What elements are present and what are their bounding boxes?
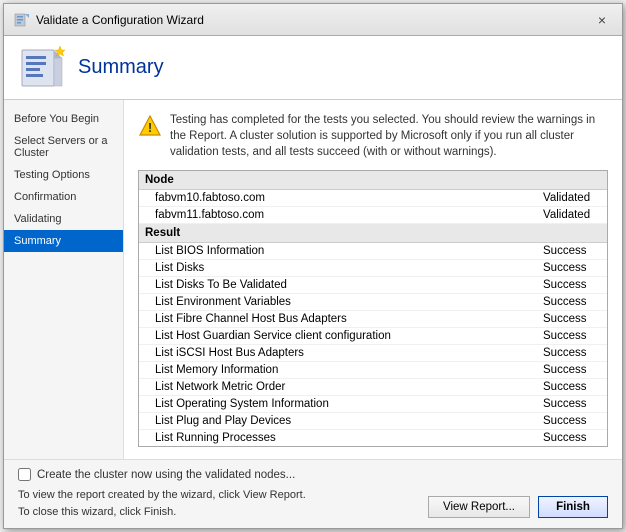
row-status: Success bbox=[527, 413, 607, 430]
table-row: List Disks To Be ValidatedSuccess bbox=[139, 277, 607, 294]
warning-text: Testing has completed for the tests you … bbox=[170, 112, 608, 160]
row-status: Success bbox=[527, 379, 607, 396]
sidebar-item-validating[interactable]: Validating bbox=[4, 208, 123, 230]
row-name: fabvm11.fabtoso.com bbox=[139, 207, 527, 224]
warning-box: ! Testing has completed for the tests yo… bbox=[138, 112, 608, 160]
footer-info: To view the report created by the wizard… bbox=[18, 487, 306, 520]
warning-icon: ! bbox=[138, 114, 162, 138]
wizard-icon bbox=[14, 12, 30, 28]
header-section: Summary bbox=[4, 36, 622, 100]
table-row: List Network Metric OrderSuccess bbox=[139, 379, 607, 396]
table-row: List DisksSuccess bbox=[139, 260, 607, 277]
table-row: List Plug and Play DevicesSuccess bbox=[139, 413, 607, 430]
row-name: List Host Guardian Service client config… bbox=[139, 328, 527, 345]
content-area: ! Testing has completed for the tests yo… bbox=[124, 100, 622, 459]
row-name: fabvm10.fabtoso.com bbox=[139, 190, 527, 207]
table-row: List Host Guardian Service client config… bbox=[139, 328, 607, 345]
checkbox-label[interactable]: Create the cluster now using the validat… bbox=[37, 469, 295, 481]
row-name: List Running Processes bbox=[139, 430, 527, 447]
table-row: List Memory InformationSuccess bbox=[139, 362, 607, 379]
results-table: Nodefabvm10.fabtoso.comValidatedfabvm11.… bbox=[139, 171, 607, 447]
table-section-header: Node bbox=[139, 171, 607, 190]
header-wizard-icon bbox=[18, 44, 66, 92]
title-bar-left: Validate a Configuration Wizard bbox=[14, 12, 204, 28]
table-row: List Operating System InformationSuccess bbox=[139, 396, 607, 413]
row-status: Success bbox=[527, 277, 607, 294]
create-cluster-checkbox[interactable] bbox=[18, 468, 31, 481]
page-title: Summary bbox=[78, 56, 164, 79]
svg-text:!: ! bbox=[148, 120, 152, 135]
table-row: List iSCSI Host Bus AdaptersSuccess bbox=[139, 345, 607, 362]
row-status: Success bbox=[527, 396, 607, 413]
sidebar-item-summary[interactable]: Summary bbox=[4, 230, 123, 252]
footer-section: Create the cluster now using the validat… bbox=[4, 459, 622, 528]
footer-buttons: View Report... Finish bbox=[428, 496, 608, 520]
sidebar-item-confirmation[interactable]: Confirmation bbox=[4, 186, 123, 208]
header-icon bbox=[18, 44, 66, 92]
footer-info-line2: To close this wizard, click Finish. bbox=[18, 504, 306, 521]
sidebar: Before You Begin Select Servers or a Clu… bbox=[4, 100, 124, 459]
sidebar-item-before-begin[interactable]: Before You Begin bbox=[4, 108, 123, 130]
close-button[interactable]: × bbox=[592, 10, 612, 30]
row-name: List Environment Variables bbox=[139, 294, 527, 311]
table-row: fabvm11.fabtoso.comValidated bbox=[139, 207, 607, 224]
table-section-header: Result bbox=[139, 224, 607, 243]
footer-bottom: To view the report created by the wizard… bbox=[18, 487, 608, 520]
row-name: List iSCSI Host Bus Adapters bbox=[139, 345, 527, 362]
row-status: Success bbox=[527, 345, 607, 362]
row-status: Success bbox=[527, 328, 607, 345]
table-row: fabvm10.fabtoso.comValidated bbox=[139, 190, 607, 207]
footer-info-line1: To view the report created by the wizard… bbox=[18, 487, 306, 504]
checkbox-row: Create the cluster now using the validat… bbox=[18, 468, 608, 481]
row-name: List BIOS Information bbox=[139, 243, 527, 260]
table-row: List Environment VariablesSuccess bbox=[139, 294, 607, 311]
sidebar-item-select-servers[interactable]: Select Servers or a Cluster bbox=[4, 130, 123, 164]
row-status: Success bbox=[527, 260, 607, 277]
row-status: Success bbox=[527, 430, 607, 447]
row-name: List Memory Information bbox=[139, 362, 527, 379]
row-status: Success bbox=[527, 294, 607, 311]
table-row: List Running ProcessesSuccess bbox=[139, 430, 607, 447]
dialog-window: Validate a Configuration Wizard × Summar… bbox=[3, 3, 623, 529]
row-status: Success bbox=[527, 243, 607, 260]
table-row: List BIOS InformationSuccess bbox=[139, 243, 607, 260]
row-status: Success bbox=[527, 311, 607, 328]
row-status: Validated bbox=[527, 207, 607, 224]
row-status: Success bbox=[527, 362, 607, 379]
sidebar-item-testing-options[interactable]: Testing Options bbox=[4, 164, 123, 186]
table-row: List Fibre Channel Host Bus AdaptersSucc… bbox=[139, 311, 607, 328]
row-name: List Plug and Play Devices bbox=[139, 413, 527, 430]
row-name: List Network Metric Order bbox=[139, 379, 527, 396]
title-bar: Validate a Configuration Wizard × bbox=[4, 4, 622, 36]
results-table-container[interactable]: Nodefabvm10.fabtoso.comValidatedfabvm11.… bbox=[138, 170, 608, 447]
view-report-button[interactable]: View Report... bbox=[428, 496, 530, 518]
row-name: List Operating System Information bbox=[139, 396, 527, 413]
finish-button[interactable]: Finish bbox=[538, 496, 608, 518]
window-title: Validate a Configuration Wizard bbox=[36, 13, 204, 27]
row-name: List Disks To Be Validated bbox=[139, 277, 527, 294]
row-name: List Disks bbox=[139, 260, 527, 277]
main-content: Before You Begin Select Servers or a Clu… bbox=[4, 100, 622, 459]
row-status: Validated bbox=[527, 190, 607, 207]
row-name: List Fibre Channel Host Bus Adapters bbox=[139, 311, 527, 328]
